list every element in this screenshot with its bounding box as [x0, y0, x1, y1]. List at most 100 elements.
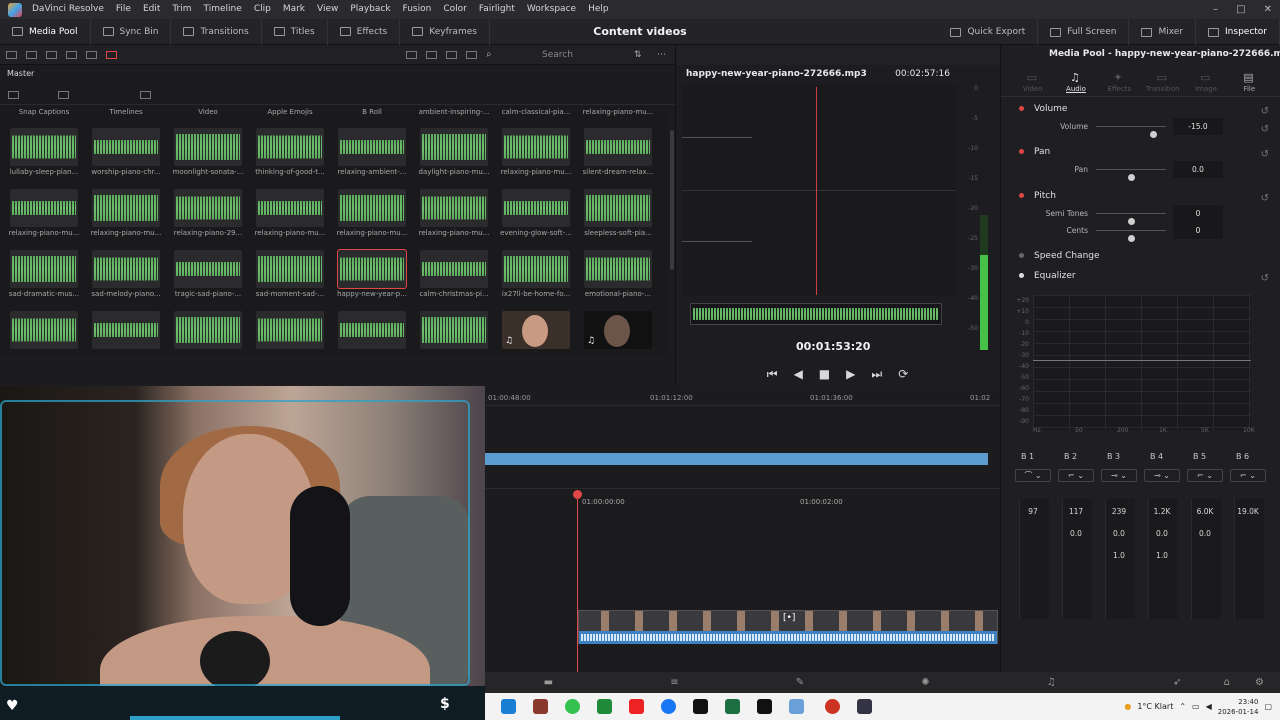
equalizer-enable-icon[interactable] [1019, 273, 1024, 278]
volume-slider-knob[interactable] [1150, 131, 1158, 138]
timeline-playhead[interactable] [577, 492, 578, 672]
search-input[interactable]: Search [542, 48, 642, 62]
audio-clip[interactable]: evening-glow-soft-... [500, 169, 580, 237]
menu-playback[interactable]: Playback [344, 0, 396, 19]
menu-color[interactable]: Color [437, 0, 473, 19]
eq-band-gain[interactable]: 0.0 [1191, 529, 1219, 538]
minimize-icon[interactable]: – [1213, 0, 1218, 19]
volume-tray-icon[interactable]: ◀ [1206, 702, 1212, 711]
excel-icon[interactable] [725, 699, 740, 714]
menu-clip[interactable]: Clip [248, 0, 277, 19]
pan-value[interactable]: 0.0 [1173, 161, 1223, 178]
network-icon[interactable]: ▭ [1192, 702, 1200, 711]
audio-clip[interactable]: relaxing-piano-mu... [337, 169, 416, 237]
eq-band-label[interactable]: B 6 [1236, 452, 1249, 461]
audio-clip[interactable] [10, 291, 88, 351]
media-pool-scrollbar[interactable] [670, 130, 674, 270]
notification-icon[interactable]: ▢ [1264, 702, 1272, 711]
eq-band-freq[interactable]: 239 [1105, 507, 1133, 516]
menu-fusion[interactable]: Fusion [397, 0, 438, 19]
audio-clip[interactable]: emotional-piano-... [584, 230, 662, 298]
eq-band-freq[interactable]: 117 [1062, 507, 1090, 516]
full-screen-button[interactable]: Full Screen [1038, 19, 1130, 45]
quick-export-button[interactable]: Quick Export [938, 19, 1039, 45]
audio-clip[interactable]: relaxing-piano-29... [174, 169, 252, 237]
menu-help[interactable]: Help [582, 0, 615, 19]
thumbnail-view-icon[interactable] [426, 50, 437, 59]
audio-clip[interactable]: relaxing-piano-mu... [9, 169, 88, 237]
eq-band-gain[interactable]: 0.0 [1148, 529, 1176, 538]
audio-clip[interactable]: silent-dream-relax... [583, 108, 662, 176]
app-icon-2[interactable] [533, 699, 548, 714]
tray-chevron-icon[interactable]: ⌃ [1179, 702, 1186, 711]
cents-slider-knob[interactable] [1128, 235, 1135, 242]
eq-band-shape-dropdown[interactable]: ⌐ ⌄ [1230, 469, 1266, 482]
menu-workspace[interactable]: Workspace [521, 0, 582, 19]
effects-button[interactable]: Effects [328, 18, 401, 45]
bin-list-icon[interactable] [8, 91, 19, 99]
bin-sort-icon[interactable] [140, 91, 151, 99]
maximize-icon[interactable]: □ [1236, 0, 1245, 19]
davinci-taskbar-icon[interactable] [825, 699, 840, 714]
eq-band-shape-dropdown[interactable]: ⌐ ⌄ [1187, 469, 1223, 482]
master-bin[interactable]: Master [0, 65, 675, 85]
eq-band-shape-dropdown[interactable]: ⌒ ⌄ [1015, 469, 1051, 482]
capcut-icon[interactable] [757, 699, 772, 714]
search-icon[interactable]: ⌕ [486, 49, 492, 60]
eq-band-label[interactable]: B 2 [1064, 452, 1077, 461]
go-to-end-icon[interactable]: ⏭ [871, 367, 882, 382]
pitch-enable-icon[interactable] [1019, 193, 1024, 198]
audio-clip[interactable]: relaxing-piano-mu... [255, 169, 334, 237]
audio-clip[interactable] [338, 291, 416, 351]
youtube-icon[interactable] [629, 699, 644, 714]
inspector-button[interactable]: Inspector [1196, 19, 1280, 45]
media-pool-button[interactable]: Media Pool [0, 18, 91, 45]
semitones-value[interactable]: 0 [1173, 205, 1223, 222]
speed-change-enable-icon[interactable] [1019, 253, 1024, 258]
eq-band-label[interactable]: B 4 [1150, 452, 1163, 461]
list-view-icon[interactable] [446, 50, 457, 59]
audio-clip[interactable] [420, 291, 498, 351]
loop-icon[interactable]: ⟳ [898, 367, 908, 381]
audio-clip[interactable]: calm-christmas-pi... [419, 230, 498, 298]
unlink-icon[interactable] [106, 50, 117, 59]
menu-file[interactable]: File [110, 0, 137, 19]
app-icon-3[interactable] [565, 699, 580, 714]
eq-band-label[interactable]: B 3 [1107, 452, 1120, 461]
eq-band-label[interactable]: B 1 [1021, 452, 1034, 461]
relink-icon[interactable] [86, 50, 97, 59]
tab-file[interactable]: ▤ File [1229, 67, 1269, 96]
eq-band-shape-dropdown[interactable]: ⊸ ⌄ [1101, 469, 1137, 482]
audio-clip[interactable] [174, 291, 252, 351]
panel-toggle-icon[interactable] [6, 50, 17, 59]
app-icon-12[interactable] [857, 699, 872, 714]
volume-value[interactable]: -15.0 [1173, 118, 1223, 135]
tab-audio[interactable]: ♫ Audio [1056, 67, 1096, 96]
audio-clip[interactable]: sleepless-soft-pia... [584, 169, 662, 237]
weather-text[interactable]: 1°C Klart [1137, 702, 1173, 711]
import-icon[interactable] [46, 50, 57, 59]
video-clip[interactable]: ♫ [584, 291, 662, 351]
keyframes-button[interactable]: Keyframes [400, 18, 490, 45]
audio-clip[interactable]: moonlight-sonata-... [173, 108, 252, 176]
play-icon[interactable]: ▶ [846, 367, 855, 381]
grid-view-icon[interactable] [406, 50, 417, 59]
tab-image[interactable]: ▭ Image [1186, 67, 1226, 96]
menu-fairlight[interactable]: Fairlight [473, 0, 521, 19]
cents-slider[interactable] [1096, 230, 1166, 242]
pan-slider-knob[interactable] [1128, 174, 1135, 181]
sync-bin-button[interactable]: Sync Bin [91, 18, 172, 45]
audio-clip[interactable]: worship-piano-chr... [91, 108, 170, 176]
fairlight-page-icon[interactable]: ♫ [1047, 677, 1056, 688]
audio-clip[interactable]: relaxing-piano-mu... [419, 169, 498, 237]
playhead-handle[interactable] [573, 490, 582, 499]
clip-overview-waveform[interactable] [690, 303, 942, 325]
eq-band-gain[interactable]: 0.0 [1105, 529, 1133, 538]
eq-band-label[interactable]: B 5 [1193, 452, 1206, 461]
clock[interactable]: 23:40 2026-01-14 [1218, 697, 1259, 717]
audio-clip[interactable] [256, 291, 334, 351]
cents-value[interactable]: 0 [1173, 222, 1223, 239]
smart-bin-icon[interactable] [66, 50, 77, 59]
home-icon[interactable]: ⌂ [1224, 677, 1230, 688]
audio-clip[interactable]: relaxing-piano-mu... [91, 169, 170, 237]
